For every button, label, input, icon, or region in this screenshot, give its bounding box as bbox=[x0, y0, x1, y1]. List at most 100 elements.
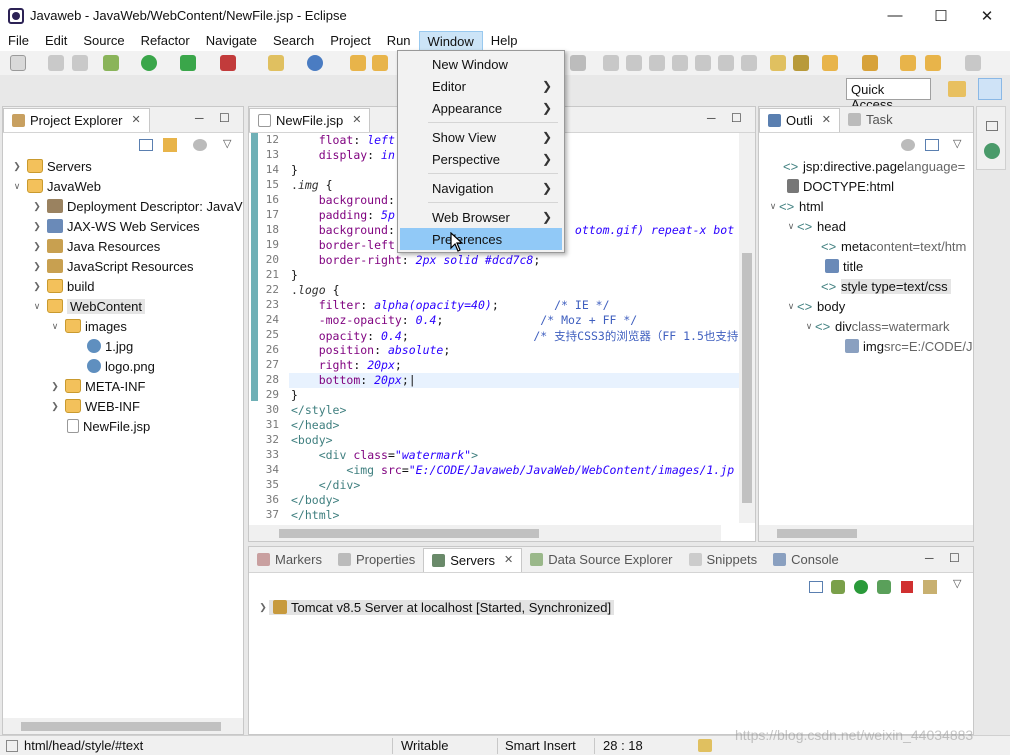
restore-icon[interactable] bbox=[986, 121, 998, 131]
outline-item-img[interactable]: img src=E:/CODE/J bbox=[841, 336, 972, 356]
code-line[interactable]: </head> bbox=[291, 418, 339, 432]
scroll-thumb[interactable] bbox=[742, 253, 752, 503]
chevron-down-icon[interactable]: ∨ bbox=[785, 221, 797, 232]
tree-item-javaweb[interactable]: ∨ JavaWeb bbox=[11, 176, 101, 196]
outline-item-div[interactable]: ∨ <> div class=watermark bbox=[803, 316, 950, 336]
outline-item-directive[interactable]: <> jsp:directive.page language= bbox=[783, 156, 965, 176]
close-icon[interactable]: ✕ bbox=[352, 113, 361, 132]
code-line[interactable]: padding: 5p bbox=[291, 208, 395, 222]
menu-item-appearance[interactable]: Appearance ❯ bbox=[400, 97, 562, 119]
code-line[interactable]: </div> bbox=[291, 478, 361, 492]
progress-icon[interactable] bbox=[698, 739, 712, 752]
outline-item-meta[interactable]: <> meta content=text/htm bbox=[821, 236, 966, 256]
horizontal-scrollbar[interactable] bbox=[759, 525, 973, 541]
new-icon[interactable] bbox=[10, 55, 26, 71]
tab-markers[interactable]: Markers bbox=[249, 548, 330, 572]
menu-project[interactable]: Project bbox=[322, 31, 378, 51]
stop-server-icon[interactable] bbox=[901, 581, 913, 593]
tree-item-meta-inf[interactable]: ❯ META-INF bbox=[49, 376, 145, 396]
scroll-thumb[interactable] bbox=[777, 529, 857, 538]
menu-item-perspective[interactable]: Perspective ❯ bbox=[400, 148, 562, 170]
code-line[interactable]: border-right: 2px solid #dcd7c8; bbox=[291, 253, 541, 267]
chevron-down-icon[interactable]: ∨ bbox=[767, 201, 779, 212]
code-line[interactable]: } bbox=[291, 268, 298, 282]
chevron-down-icon[interactable]: ∨ bbox=[803, 321, 815, 332]
tab-properties[interactable]: Properties bbox=[330, 548, 423, 572]
close-icon[interactable]: ✕ bbox=[822, 113, 831, 132]
terminate-icon[interactable] bbox=[649, 55, 665, 71]
debug-server-icon[interactable] bbox=[831, 580, 845, 594]
maximize-button[interactable]: ☐ bbox=[918, 0, 964, 31]
code-line[interactable]: bottom: 20px;| bbox=[291, 373, 416, 387]
chevron-right-icon[interactable]: ❯ bbox=[11, 161, 23, 172]
menu-source[interactable]: Source bbox=[75, 31, 132, 51]
chevron-down-icon[interactable]: ∨ bbox=[11, 181, 23, 192]
hide-fields-icon[interactable] bbox=[901, 139, 915, 151]
tab-newfile-jsp[interactable]: NewFile.jsp ✕ bbox=[249, 108, 371, 132]
close-icon[interactable]: ✕ bbox=[131, 113, 140, 132]
code-line[interactable]: background: bbox=[291, 193, 395, 207]
collapse-all-icon[interactable] bbox=[809, 581, 823, 593]
horizontal-scrollbar[interactable] bbox=[3, 718, 243, 734]
tree-item-logo-png[interactable]: logo.png bbox=[83, 356, 155, 376]
minimize-panel-icon[interactable]: ─ bbox=[707, 111, 716, 125]
close-icon[interactable]: ✕ bbox=[504, 553, 513, 572]
code-line[interactable]: border-left bbox=[291, 238, 395, 252]
close-button[interactable]: ✕ bbox=[964, 0, 1010, 31]
publish-icon[interactable] bbox=[923, 580, 937, 594]
tree-item-images[interactable]: ∨ images bbox=[49, 316, 127, 336]
collapse-all-icon[interactable] bbox=[139, 139, 153, 151]
suspend-icon[interactable] bbox=[626, 55, 642, 71]
resume-icon[interactable] bbox=[603, 55, 619, 71]
palette-icon[interactable] bbox=[984, 143, 1000, 159]
code-line[interactable]: float: left; bbox=[291, 133, 402, 147]
open-perspective-icon[interactable] bbox=[948, 81, 966, 97]
code-line[interactable]: } bbox=[291, 388, 298, 402]
tab-data-source-explorer[interactable]: Data Source Explorer bbox=[522, 548, 680, 572]
tree-item-webcontent[interactable]: ∨ WebContent bbox=[31, 296, 146, 316]
tab-snippets[interactable]: Snippets bbox=[681, 548, 766, 572]
scroll-thumb[interactable] bbox=[279, 529, 539, 538]
menu-run[interactable]: Run bbox=[379, 31, 419, 51]
outline-item-doctype[interactable]: DOCTYPE:html bbox=[783, 176, 894, 196]
disconnect-icon[interactable] bbox=[672, 55, 688, 71]
code-line[interactable]: </style> bbox=[291, 403, 346, 417]
code-line[interactable]: -moz-opacity: 0.4; /* Moz + FF */ bbox=[291, 313, 638, 327]
chevron-right-icon[interactable]: ❯ bbox=[257, 602, 269, 613]
pin-icon[interactable] bbox=[862, 55, 878, 71]
chevron-right-icon[interactable]: ❯ bbox=[49, 401, 61, 412]
chevron-right-icon[interactable]: ❯ bbox=[31, 241, 43, 252]
menu-item-web-browser[interactable]: Web Browser ❯ bbox=[400, 206, 562, 228]
view-menu-icon[interactable]: ▽ bbox=[223, 137, 231, 150]
menu-refactor[interactable]: Refactor bbox=[133, 31, 198, 51]
code-line[interactable]: <body> bbox=[291, 433, 333, 447]
chevron-right-icon[interactable]: ❯ bbox=[31, 281, 43, 292]
focus-icon[interactable] bbox=[193, 139, 207, 151]
jee-perspective-icon[interactable] bbox=[978, 78, 1002, 100]
menu-search[interactable]: Search bbox=[265, 31, 322, 51]
outline-item-style[interactable]: <> style type=text/css bbox=[821, 276, 951, 296]
minimize-panel-icon[interactable]: ─ bbox=[925, 551, 934, 565]
view-menu-icon[interactable]: ▽ bbox=[953, 577, 961, 590]
debug-icon[interactable] bbox=[103, 55, 119, 71]
code-line[interactable]: filter: alpha(opacity=40); /* IE */ bbox=[291, 298, 610, 312]
code-line[interactable]: <div class="watermark"> bbox=[291, 448, 478, 462]
open-folder-icon[interactable] bbox=[372, 55, 388, 71]
vertical-scrollbar[interactable] bbox=[739, 133, 755, 523]
horizontal-scrollbar[interactable] bbox=[249, 525, 721, 541]
outline-item-title[interactable]: title bbox=[821, 256, 863, 276]
code-line[interactable]: right: 20px; bbox=[291, 358, 402, 372]
server-item-tomcat[interactable]: ❯ Tomcat v8.5 Server at localhost [Start… bbox=[257, 597, 615, 617]
menu-item-show-view[interactable]: Show View ❯ bbox=[400, 126, 562, 148]
tree-item-deployment-descriptor[interactable]: ❯ Deployment Descriptor: JavaV bbox=[31, 196, 242, 216]
next-annotation-icon[interactable] bbox=[770, 55, 786, 71]
prev-annotation-icon[interactable] bbox=[793, 55, 809, 71]
code-line[interactable]: .img { bbox=[291, 178, 333, 192]
collapse-all-icon[interactable] bbox=[925, 139, 939, 151]
start-server-icon[interactable] bbox=[854, 580, 868, 594]
minimize-panel-icon[interactable]: ─ bbox=[195, 111, 204, 125]
tree-item-web-inf[interactable]: ❯ WEB-INF bbox=[49, 396, 140, 416]
tree-item-build[interactable]: ❯ build bbox=[31, 276, 94, 296]
profile-server-icon[interactable] bbox=[877, 580, 891, 594]
tab-console[interactable]: Console bbox=[765, 548, 847, 572]
